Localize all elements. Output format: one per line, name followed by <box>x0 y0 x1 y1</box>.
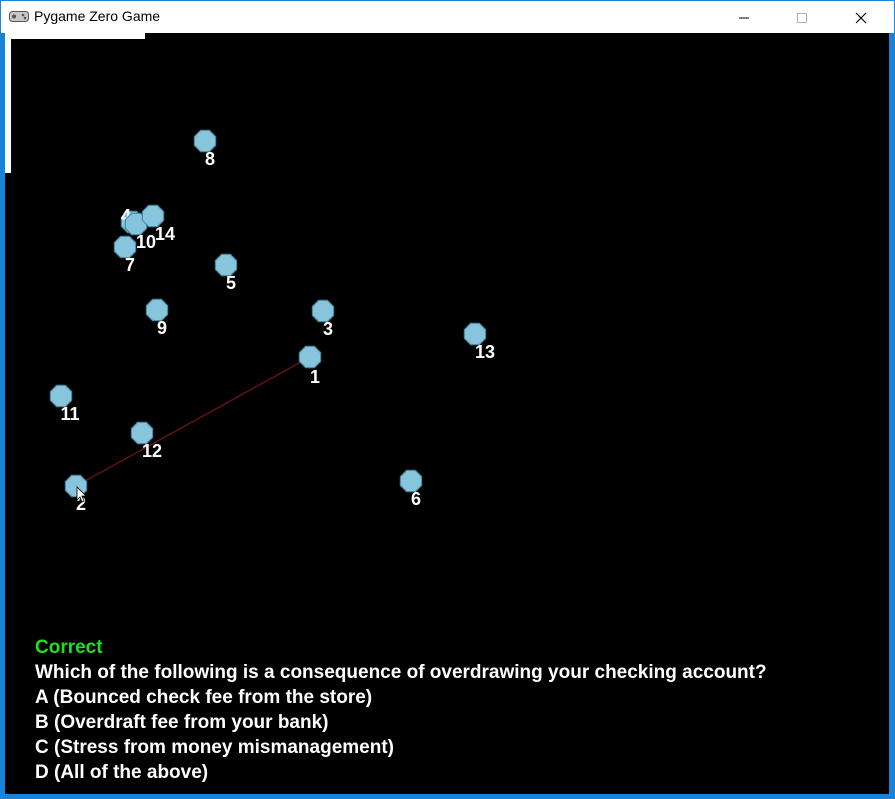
question-text: Which of the following is a consequence … <box>35 662 767 683</box>
node-label-12: 12 <box>142 441 162 461</box>
maximize-button[interactable] <box>779 2 825 33</box>
close-icon <box>855 12 867 24</box>
node-graph[interactable]: 1234567891011121314 <box>5 33 889 633</box>
gamepad-icon <box>9 11 29 22</box>
node-11[interactable]: 11 <box>49 384 80 424</box>
node-8[interactable]: 8 <box>193 129 217 169</box>
node-label-3: 3 <box>323 319 333 339</box>
node-label-9: 9 <box>157 318 167 338</box>
node-label-7: 7 <box>125 255 135 275</box>
node-marker-1[interactable] <box>298 345 322 369</box>
minimize-button[interactable] <box>721 2 767 33</box>
app-window: Pygame Zero Game 1 2 3 4 5 6 7 8 9 10 11 12 13 14 Cor… <box>0 0 895 799</box>
node-5[interactable]: 5 <box>214 253 238 293</box>
node-label-14: 14 <box>155 224 175 244</box>
node-9[interactable]: 9 <box>145 298 169 338</box>
feedback-text: Correct <box>35 637 103 658</box>
node-7[interactable]: 7 <box>113 235 137 275</box>
node-label-1: 1 <box>310 367 320 387</box>
answer-option-a[interactable]: A (Bounced check fee from the store) <box>35 687 372 709</box>
node-6[interactable]: 6 <box>399 469 423 509</box>
node-13[interactable]: 13 <box>463 322 495 362</box>
title-bar[interactable]: Pygame Zero Game <box>1 1 894 33</box>
answer-option-b[interactable]: B (Overdraft fee from your bank) <box>35 712 329 734</box>
game-canvas[interactable]: 1 2 3 4 5 6 7 8 9 10 11 12 13 14 Correct Which of the… <box>5 33 889 794</box>
answer-option-d[interactable]: D (All of the above) <box>35 762 208 784</box>
window-title: Pygame Zero Game <box>34 8 161 24</box>
link-line-1-2 <box>75 356 311 487</box>
maximize-icon <box>797 13 807 23</box>
node-1[interactable]: 1 <box>298 345 322 387</box>
answer-option-c[interactable]: C (Stress from money mismanagement) <box>35 737 394 759</box>
node-label-11: 11 <box>60 404 79 424</box>
close-button[interactable] <box>838 2 884 33</box>
node-label-10: 10 <box>136 232 156 252</box>
node-label-5: 5 <box>226 273 236 293</box>
node-3[interactable]: 3 <box>311 299 335 339</box>
node-12[interactable]: 12 <box>130 421 162 461</box>
node-label-6: 6 <box>411 489 421 509</box>
node-label-8: 8 <box>205 149 215 169</box>
minimize-icon <box>739 17 749 19</box>
node-label-13: 13 <box>475 342 495 362</box>
